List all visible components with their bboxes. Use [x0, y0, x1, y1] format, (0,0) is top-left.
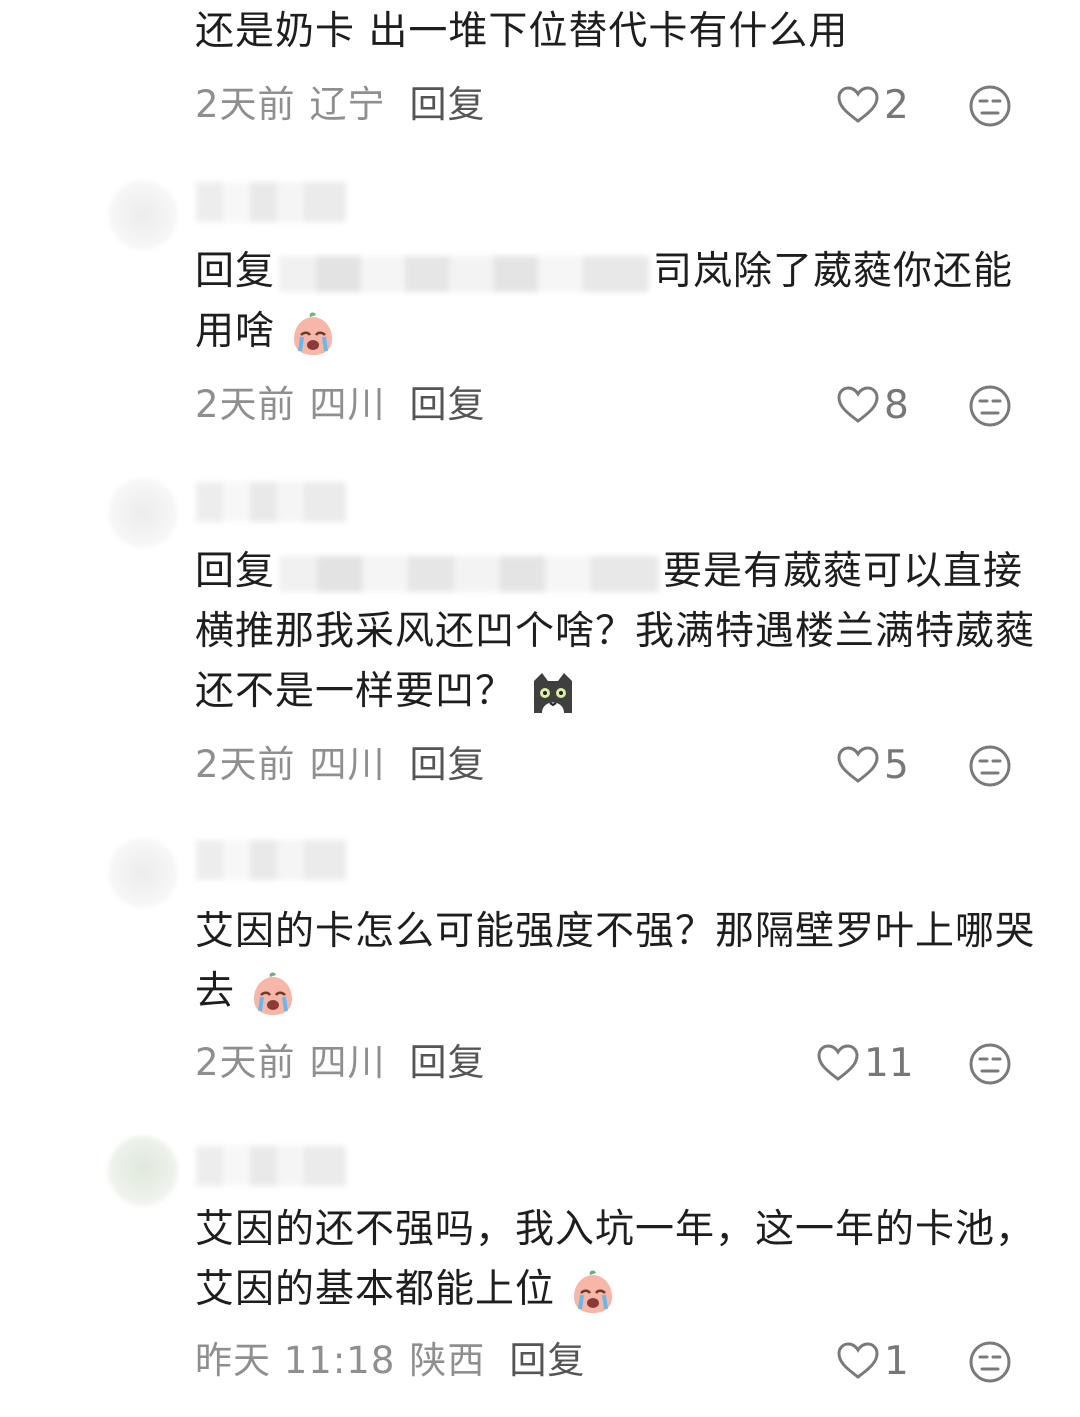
like-count: 8	[884, 382, 909, 428]
heart-outline-icon	[817, 1044, 859, 1081]
heart-outline-icon	[837, 86, 879, 123]
crying-peach-emoji	[254, 972, 293, 1015]
crying-peach-emoji	[294, 312, 333, 355]
comment-location: 四川	[309, 1041, 386, 1084]
reply-button[interactable]: 回复	[410, 1041, 486, 1084]
comment-time: 2天前	[195, 383, 296, 426]
comment-text: 艾因的还不强吗，我入坑一年，这一年的卡池，艾因的基本都能上位	[195, 1200, 1045, 1320]
comment-text: 回复 要是有葳蕤可以直接横推那我采风还凹个啥？我满特遇楼兰满特葳蕤还不是一样要凹？	[195, 542, 1045, 722]
neutral-face-icon[interactable]	[968, 384, 1012, 428]
comment-location: 四川	[309, 383, 386, 426]
username[interactable]	[196, 1146, 346, 1186]
avatar[interactable]	[108, 838, 178, 908]
comment-time: 2天前	[195, 1041, 296, 1084]
comment-text: 还是奶卡 出一堆下位替代卡有什么用	[195, 9, 849, 54]
comment-location: 辽宁	[309, 83, 386, 126]
comment-text: 艾因的卡怎么可能强度不强？那隔壁罗叶上哪哭去	[195, 902, 1045, 1022]
neutral-face-icon[interactable]	[968, 1340, 1012, 1384]
avatar[interactable]	[108, 180, 178, 250]
comment-location: 四川	[309, 743, 386, 786]
comment-location: 陕西	[409, 1339, 486, 1382]
username[interactable]	[196, 840, 346, 880]
comment-time: 2天前	[195, 83, 296, 126]
heart-outline-icon	[837, 386, 879, 423]
comment-meta: 2天前 四川 回复	[195, 380, 486, 430]
like-count: 2	[884, 82, 909, 128]
reply-button[interactable]: 回复	[509, 1339, 585, 1382]
avatar[interactable]	[108, 1136, 178, 1206]
neutral-face-icon[interactable]	[968, 84, 1012, 128]
mention-username[interactable]	[279, 555, 660, 592]
like-button[interactable]: 11	[816, 1038, 914, 1088]
reply-button[interactable]: 回复	[410, 383, 486, 426]
comment-time: 昨天 11:18	[195, 1339, 396, 1382]
reply-button[interactable]: 回复	[410, 743, 486, 786]
reply-prefix: 回复	[195, 249, 276, 294]
neutral-face-icon[interactable]	[968, 744, 1012, 788]
heart-outline-icon	[837, 746, 879, 783]
comment-text: 回复 司岚除了葳蕤你还能用啥	[195, 242, 1045, 362]
neutral-face-icon[interactable]	[968, 1042, 1012, 1086]
like-button[interactable]: 2	[836, 80, 909, 130]
username[interactable]	[196, 182, 346, 222]
reply-prefix: 回复	[195, 549, 276, 594]
like-count: 11	[864, 1040, 914, 1086]
comment-time: 2天前	[195, 743, 296, 786]
crying-peach-emoji	[574, 1270, 613, 1313]
like-button[interactable]: 5	[836, 740, 909, 790]
username[interactable]	[196, 482, 346, 522]
mention-username[interactable]	[279, 255, 650, 292]
comment-body: 艾因的卡怎么可能强度不强？那隔壁罗叶上哪哭去	[195, 909, 1036, 1014]
reply-button[interactable]: 回复	[410, 83, 486, 126]
like-count: 1	[884, 1338, 909, 1384]
comment-meta: 2天前 辽宁 回复	[195, 80, 486, 130]
avatar[interactable]	[108, 478, 178, 548]
like-button[interactable]: 1	[836, 1336, 909, 1386]
cat-emoji	[534, 672, 573, 713]
comment-meta: 2天前 四川 回复	[195, 1038, 486, 1088]
heart-outline-icon	[837, 1342, 879, 1379]
like-count: 5	[884, 742, 909, 788]
comment-meta: 2天前 四川 回复	[195, 740, 486, 790]
comment-meta: 昨天 11:18 陕西 回复	[195, 1336, 585, 1386]
like-button[interactable]: 8	[836, 380, 909, 430]
